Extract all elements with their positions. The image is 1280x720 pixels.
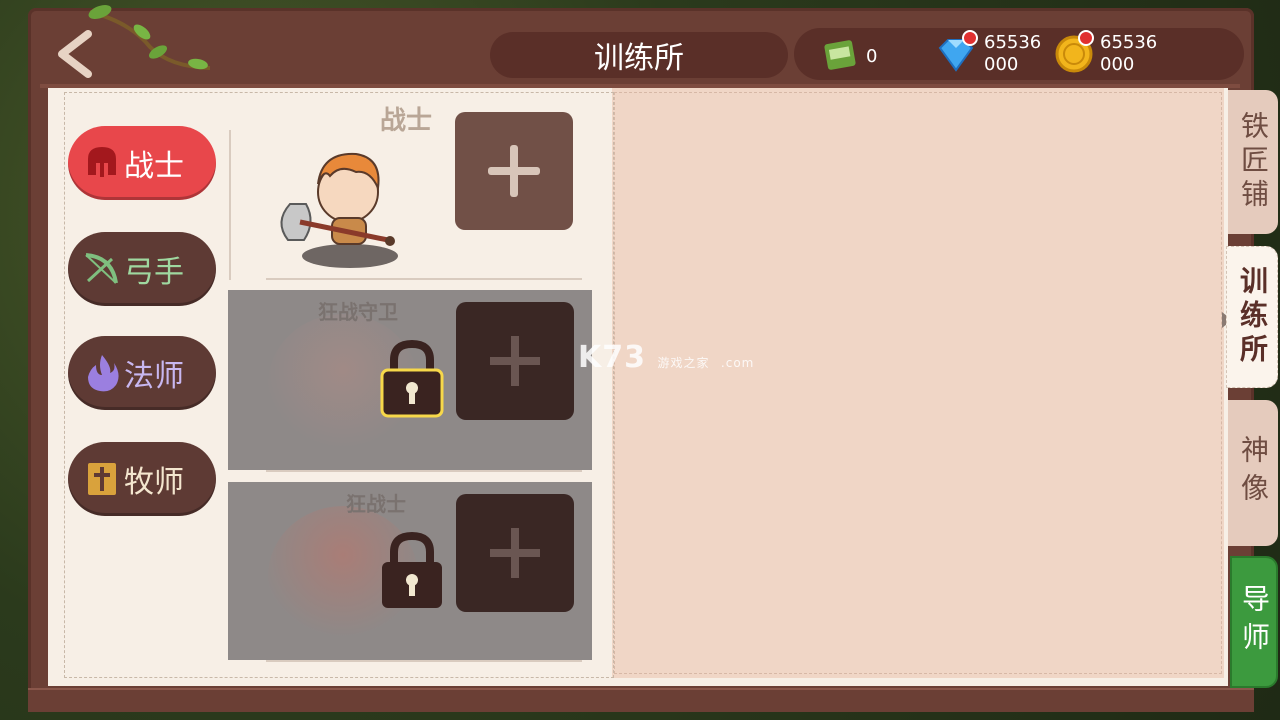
gold-resource[interactable]: 65536000: [1054, 30, 1164, 76]
helmet-icon: [82, 143, 122, 183]
divider: [266, 470, 582, 472]
page-title-text: 训练所: [594, 41, 684, 76]
locked-add-slot: [456, 302, 574, 420]
diamond-value: 65536000: [984, 32, 1042, 75]
tab-label: 铁匠铺: [1237, 111, 1270, 213]
class-label: 弓手: [124, 255, 184, 290]
tab-mentor[interactable]: 导师: [1230, 556, 1278, 688]
section-title: 战士: [380, 106, 433, 136]
class-button-warrior[interactable]: 战士: [68, 126, 216, 200]
locked-slot-title: 狂战士: [346, 492, 406, 516]
class-button-priest[interactable]: 牧师: [68, 442, 216, 516]
tab-label: 神像: [1237, 435, 1270, 511]
class-button-archer[interactable]: 弓手: [68, 232, 216, 306]
back-button[interactable]: [48, 26, 100, 82]
watermark-sub: 游戏之家: [657, 356, 710, 370]
lock-icon-highlighted[interactable]: [376, 338, 448, 422]
back-arrow-icon: [58, 30, 92, 78]
flame-icon: [82, 353, 122, 393]
divider: [229, 130, 231, 280]
tab-blacksmith[interactable]: 铁匠铺: [1228, 90, 1278, 234]
add-hero-slot-button[interactable]: [455, 112, 573, 230]
bow-icon: [82, 249, 122, 289]
watermark-logo: K73: [578, 340, 646, 375]
warrior-character-icon: [280, 152, 398, 268]
locked-slot-title: 狂战守卫: [318, 300, 398, 324]
divider: [266, 660, 582, 662]
class-label: 牧师: [124, 465, 184, 500]
class-label: 法师: [124, 359, 184, 394]
page-title: 训练所: [490, 32, 788, 78]
divider: [266, 278, 582, 280]
tab-statue[interactable]: 神像: [1228, 400, 1278, 546]
gold-value: 65536000: [1100, 32, 1158, 75]
class-button-mage[interactable]: 法师: [68, 336, 216, 410]
vine-decoration-icon: [88, 5, 211, 70]
diamond-notify-dot: [962, 30, 978, 46]
watermark-domain: .com: [720, 356, 755, 370]
resource-bar: 0 65536000 65536000: [794, 28, 1244, 80]
holy-book-icon: [82, 459, 122, 499]
tab-label: 训练所: [1236, 266, 1269, 368]
exp-value: 0: [866, 46, 878, 67]
tab-training-ground[interactable]: 训练所: [1226, 246, 1278, 388]
exp-book-icon: [824, 40, 856, 70]
gold-notify-dot: [1078, 30, 1094, 46]
class-label: 战士: [124, 149, 184, 184]
bottom-frame-bar: [28, 688, 1254, 712]
diamond-resource[interactable]: 65536000: [934, 30, 1048, 76]
lock-icon[interactable]: [376, 530, 448, 614]
locked-add-slot: [456, 494, 574, 612]
detail-area: [612, 88, 1224, 678]
exp-resource[interactable]: 0: [822, 38, 930, 72]
locked-slot-2: 狂战士: [228, 482, 592, 660]
tab-label: 导师: [1238, 584, 1271, 660]
watermark: K73 游戏之家 .com: [578, 340, 754, 375]
locked-slot-1: 狂战守卫: [228, 290, 592, 470]
